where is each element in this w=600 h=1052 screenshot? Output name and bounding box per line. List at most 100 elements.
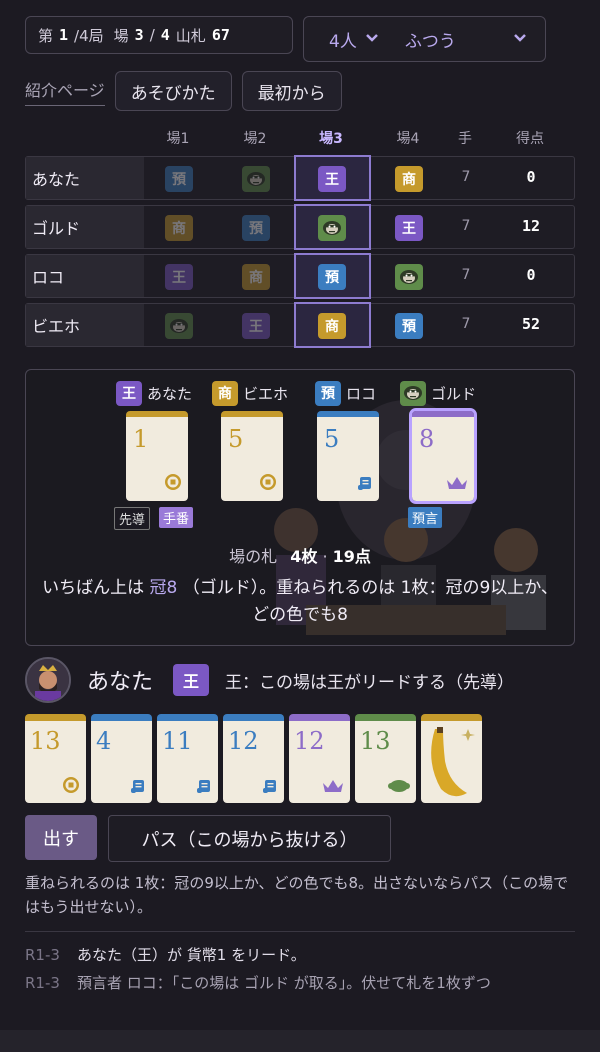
field-prefix: 場: [113, 26, 129, 45]
restart-button[interactable]: 最初から: [241, 71, 342, 111]
table-header-cell: 手: [458, 131, 472, 147]
field-play-player: ロコ: [346, 384, 377, 403]
field-message-top-card: 冠8: [149, 578, 178, 598]
role-badge: 王: [165, 264, 193, 290]
table-header-cell: 場4: [396, 131, 420, 147]
card-value: 12: [294, 727, 325, 755]
status-badge: 手番: [159, 507, 194, 528]
gorilla-badge-icon: [400, 380, 426, 406]
gorilla-badge-icon: [318, 215, 346, 241]
field-card-count: 4枚: [290, 547, 318, 566]
card-value: 13: [30, 727, 61, 755]
gorilla-badge-icon: [165, 313, 193, 339]
player-row-name: ロコ: [26, 255, 144, 297]
field-summary-label: 場の札: [229, 547, 278, 566]
deck-label: 山札: [175, 26, 206, 45]
field-number: 3: [134, 26, 144, 44]
intro-page-link[interactable]: 紹介ページ: [25, 77, 105, 106]
play-button[interactable]: 出す: [25, 815, 97, 860]
pass-button[interactable]: パス（この場から抜ける）: [108, 815, 391, 862]
log-text: 預言者 ロコ：「この場は ゴルド が取る」。伏せて札を1枚ずつ: [77, 974, 491, 992]
field-play-player: ビエホ: [243, 384, 289, 403]
coin-icon: [259, 473, 277, 495]
field-message-b: （ゴルド）。重ねられるのは 1枚：冠の9以上か、どの色でも8: [182, 578, 558, 625]
bottom-strip: [0, 1030, 600, 1052]
player-row-name: ゴルド: [26, 206, 144, 248]
hand-card[interactable]: 12: [289, 714, 350, 803]
hint-text: 重ねられるのは 1枚：冠の9以上か、どの色でも8。出さないならパス（この場ではも…: [25, 874, 569, 916]
hand-card[interactable]: 13: [355, 714, 416, 803]
scroll-icon: [357, 475, 373, 495]
role-badge: 商: [212, 380, 238, 406]
table-header-cell: 場3: [319, 131, 343, 147]
field-play-label: ゴルド: [400, 380, 510, 406]
table-header-cell: 得点: [516, 131, 544, 147]
field-play-player: ゴルド: [431, 384, 477, 403]
role-badge: 商: [395, 166, 423, 192]
hand-card[interactable]: 12: [223, 714, 284, 803]
log-entry: R1-3 預言者 ロコ：「この場は ゴルド が取る」。伏せて札を1枚ずつ: [25, 969, 575, 997]
field-card: 5: [317, 411, 379, 501]
chevron-down-icon[interactable]: [365, 31, 379, 47]
player-role-description: 王：この場は王がリードする（先導）: [225, 672, 515, 693]
how-to-play-button[interactable]: あそびかた: [114, 71, 232, 111]
chevron-down-icon[interactable]: [513, 31, 527, 47]
role-badge: 王: [116, 380, 142, 406]
role-badge: 預: [165, 166, 193, 192]
score-value: 12: [521, 217, 541, 235]
hand-card[interactable]: 4: [91, 714, 152, 803]
field-play-label: 商ビエホ: [212, 380, 322, 406]
gorilla-badge-icon: [395, 264, 423, 290]
coin-icon: [164, 473, 182, 495]
field-summary-sep: ·: [322, 547, 328, 566]
hand-count: 7: [461, 267, 471, 283]
card-value: 5: [324, 425, 340, 453]
round-prefix: 第: [38, 26, 54, 45]
field-message-a: いちばん上は: [42, 578, 145, 598]
log-round: R1-3: [25, 974, 60, 992]
card-value: 1: [133, 425, 149, 453]
field-sep: /: [149, 26, 155, 44]
card-value: 5: [228, 425, 244, 453]
crown-icon: [446, 475, 468, 495]
field-summary: 場の札 4枚 · 19点: [26, 543, 574, 567]
scroll-icon: [262, 778, 278, 798]
top-bar: 第 1 /4局 場 3 / 4 山札 67 4人 ふつう: [25, 16, 546, 62]
role-badge: 王: [318, 166, 346, 192]
hand-card[interactable]: [421, 714, 482, 803]
coin-icon: [62, 776, 80, 798]
difficulty-select-value[interactable]: ふつう: [405, 27, 456, 52]
log-entry: R1-3 あなた（王）が 貨幣1 をリード。: [25, 941, 575, 969]
nav-row: 紹介ページ あそびかた 最初から: [25, 71, 342, 111]
gorilla-badge-icon: [242, 166, 270, 192]
player-row: ロコ王 商 預 7 0: [25, 253, 575, 299]
role-badge: 預: [315, 380, 341, 406]
status-badge: 預言: [408, 507, 443, 528]
role-badge: 商: [242, 264, 270, 290]
player-row: あなた預 王 商 7 0: [25, 155, 575, 201]
banana-icon: [431, 727, 475, 797]
card-value: 4: [96, 727, 112, 755]
game-settings-select[interactable]: 4人 ふつう: [303, 16, 546, 62]
role-badge: 預: [395, 313, 423, 339]
hand-card[interactable]: 11: [157, 714, 218, 803]
card-value: 13: [360, 727, 391, 755]
role-badge: 王: [395, 215, 423, 241]
score-value: 52: [521, 315, 541, 333]
field-play-player: あなた: [147, 384, 193, 403]
table-header: 場1 場2 場3 場4 手 得点: [25, 120, 575, 156]
hand-count: 7: [461, 218, 471, 234]
player-row-name: あなた: [26, 157, 144, 199]
player-name: あなた: [87, 670, 154, 695]
field-play-label: 王あなた: [116, 380, 226, 406]
crown-icon: [322, 778, 344, 798]
hand-count: 7: [461, 316, 471, 332]
card-value: 8: [419, 425, 435, 453]
status-badge: 先導: [114, 507, 151, 530]
log-round: R1-3: [25, 946, 60, 964]
role-badge: 王: [242, 313, 270, 339]
card-value: 11: [162, 727, 193, 755]
hand-card[interactable]: 13: [25, 714, 86, 803]
players-select-value[interactable]: 4人: [329, 27, 357, 52]
field-points: 19点: [332, 547, 371, 566]
